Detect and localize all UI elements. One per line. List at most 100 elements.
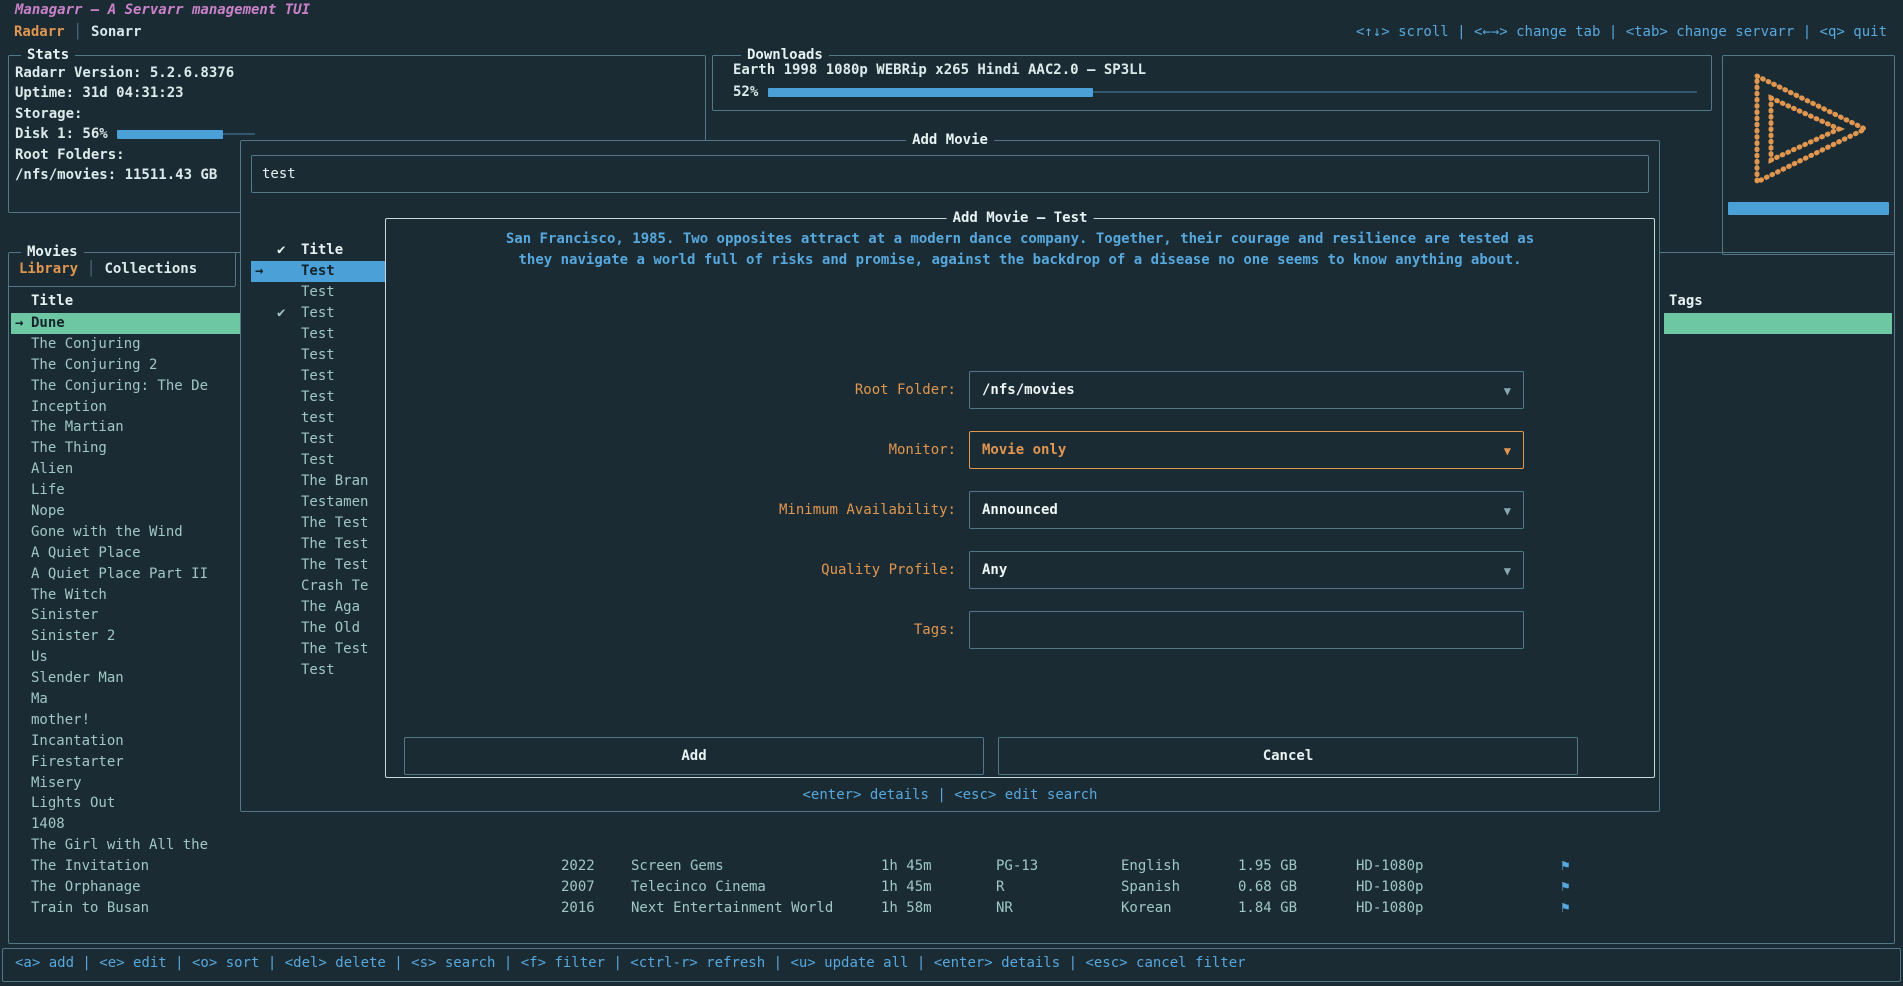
footer-help-bar: <a> add | <e> edit | <o> sort | <del> de… — [2, 948, 1901, 982]
tab-collections[interactable]: Collections — [104, 261, 197, 277]
selection-arrow-icon — [251, 429, 277, 450]
movie-row[interactable]: Gone with the Wind — [11, 522, 243, 543]
download-progress-row: 52% — [733, 84, 1697, 100]
selection-arrow-icon — [11, 793, 31, 814]
movie-language: English — [1121, 856, 1180, 877]
result-title: The Aga — [301, 597, 360, 618]
selection-arrow-icon — [11, 835, 31, 856]
library-tabs: Library │ Collections — [19, 261, 197, 277]
movie-title: Incantation — [31, 731, 124, 752]
movie-title: A Quiet Place Part II — [31, 564, 208, 585]
storage-label: Storage: — [15, 104, 699, 124]
result-title: Test — [301, 261, 335, 282]
movie-description-line: they navigate a world full of risks and … — [406, 252, 1634, 268]
movie-row[interactable]: The Thing — [11, 438, 243, 459]
movie-year: 2022 — [561, 856, 595, 877]
result-title: The Test — [301, 513, 368, 534]
movie-row[interactable]: Slender Man — [11, 668, 243, 689]
movie-row[interactable]: Misery — [11, 773, 243, 794]
movie-detail-row[interactable]: 2022 Screen Gems 1h 45m PG-13 English 1.… — [9, 856, 1892, 877]
movie-row[interactable]: Lights Out — [11, 793, 243, 814]
download-item-title: Earth 1998 1080p WEBRip x265 Hindi AAC2.… — [733, 62, 1146, 78]
root-folder-dropdown[interactable]: /nfs/movies ▼ — [969, 371, 1524, 409]
selection-arrow-icon — [11, 480, 31, 501]
check-icon — [277, 660, 301, 681]
movie-detail-row[interactable]: 2016 Next Entertainment World 1h 58m NR … — [9, 898, 1892, 919]
results-header: ✔ Title — [251, 240, 343, 261]
managarr-screen: Managarr – A Servarr management TUI Rada… — [0, 0, 1903, 986]
result-title: The Test — [301, 555, 368, 576]
tags-input[interactable] — [969, 611, 1524, 649]
selection-arrow-icon — [251, 324, 277, 345]
movie-title: The Conjuring 2 — [31, 355, 157, 376]
selection-arrow-icon — [251, 576, 277, 597]
cancel-button[interactable]: Cancel — [998, 737, 1578, 775]
selected-row-tags-cell[interactable] — [1664, 313, 1892, 334]
monitored-flag-icon: ⚑ — [1561, 898, 1569, 919]
minimum-availability-dropdown[interactable]: Announced ▼ — [969, 491, 1524, 529]
check-icon — [277, 324, 301, 345]
movie-title: Firestarter — [31, 752, 124, 773]
result-title: The Test — [301, 534, 368, 555]
movie-row[interactable]: The Conjuring 2 — [11, 355, 243, 376]
download-progress-gauge — [768, 88, 1697, 97]
movie-title: A Quiet Place — [31, 543, 141, 564]
movie-search-input[interactable] — [251, 155, 1649, 193]
movie-title: The Martian — [31, 417, 124, 438]
movie-row[interactable]: Sinister 2 — [11, 626, 243, 647]
tags-label: Tags: — [386, 611, 956, 649]
monitor-dropdown[interactable]: Movie only ▼ — [969, 431, 1524, 469]
quality-profile-dropdown[interactable]: Any ▼ — [969, 551, 1524, 589]
tab-sonarr[interactable]: Sonarr — [91, 24, 142, 40]
check-icon — [277, 387, 301, 408]
check-icon — [277, 555, 301, 576]
movie-row[interactable]: Incantation — [11, 731, 243, 752]
movie-row[interactable]: Nope — [11, 501, 243, 522]
selection-arrow-icon — [251, 471, 277, 492]
movie-row[interactable]: → Dune — [11, 313, 243, 334]
tab-library[interactable]: Library — [19, 261, 78, 277]
movie-row[interactable]: Firestarter — [11, 752, 243, 773]
movie-row[interactable]: The Witch — [11, 585, 243, 606]
check-icon — [277, 492, 301, 513]
movie-row[interactable]: The Conjuring — [11, 334, 243, 355]
add-button[interactable]: Add — [404, 737, 984, 775]
movie-row[interactable]: Alien — [11, 459, 243, 480]
movie-year: 2016 — [561, 898, 595, 919]
check-icon — [277, 534, 301, 555]
highlight-bar — [1728, 202, 1889, 215]
movie-row[interactable]: The Conjuring: The De — [11, 376, 243, 397]
movie-detail-row[interactable]: 2007 Telecinco Cinema 1h 45m R Spanish 0… — [9, 877, 1892, 898]
downloads-panel: Downloads Earth 1998 1080p WEBRip x265 H… — [712, 55, 1712, 111]
movie-list: → Dune The Conjuring The Conjuring 2 The… — [11, 313, 243, 919]
movie-quality: HD-1080p — [1356, 898, 1423, 919]
movie-row[interactable]: Inception — [11, 397, 243, 418]
movie-title: 1408 — [31, 814, 65, 835]
result-title: Test — [301, 387, 335, 408]
footer-keybind-help: <a> add | <e> edit | <o> sort | <del> de… — [15, 955, 1246, 971]
movie-row[interactable]: The Girl with All the — [11, 835, 243, 856]
check-icon — [277, 282, 301, 303]
chevron-down-icon: ▼ — [1504, 553, 1511, 589]
movie-row[interactable]: Us — [11, 647, 243, 668]
movie-title: Gone with the Wind — [31, 522, 183, 543]
movie-row[interactable]: Ma — [11, 689, 243, 710]
movie-row[interactable]: A Quiet Place — [11, 543, 243, 564]
global-keybind-help: <↑↓> scroll | <←→> change tab | <tab> ch… — [1356, 24, 1887, 40]
movie-runtime: 1h 45m — [881, 877, 932, 898]
movie-row[interactable]: A Quiet Place Part II — [11, 564, 243, 585]
movie-title: Sinister 2 — [31, 626, 115, 647]
movie-title: Nope — [31, 501, 65, 522]
tab-radarr[interactable]: Radarr — [14, 24, 65, 40]
selection-arrow-icon: → — [251, 261, 277, 282]
movie-row[interactable]: mother! — [11, 710, 243, 731]
check-icon — [277, 597, 301, 618]
movie-row[interactable]: The Martian — [11, 417, 243, 438]
selection-arrow-icon — [11, 689, 31, 710]
minimum-availability-label: Minimum Availability: — [386, 491, 956, 529]
movie-row[interactable]: Sinister — [11, 605, 243, 626]
movie-row[interactable]: Life — [11, 480, 243, 501]
check-icon — [277, 471, 301, 492]
movie-row[interactable]: 1408 — [11, 814, 243, 835]
check-icon — [277, 618, 301, 639]
